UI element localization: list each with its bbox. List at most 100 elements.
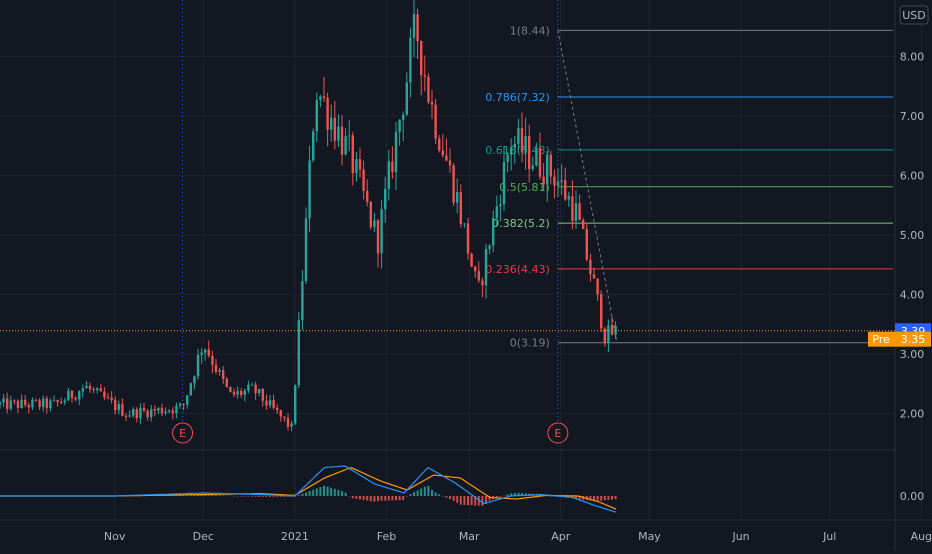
earnings-event-marker[interactable]: E (547, 422, 569, 444)
candle-body (34, 399, 38, 401)
time-tick-label: Nov (104, 530, 126, 543)
candle-body (466, 223, 470, 254)
candle-body (45, 398, 48, 409)
macd-histogram-bar (600, 496, 603, 501)
macd-histogram-bar (330, 487, 333, 496)
candle-body (146, 410, 149, 418)
candle-body (355, 159, 358, 174)
candle-body (193, 376, 196, 384)
candle-body (412, 14, 416, 38)
candle-body (315, 100, 318, 132)
candle-body (452, 165, 455, 203)
macd-histogram-bar (434, 492, 437, 496)
candle-body (571, 196, 574, 222)
candle-body (186, 395, 189, 405)
macd-histogram-bar (481, 496, 484, 506)
candle-body (110, 397, 113, 401)
macd-histogram-bar (373, 496, 376, 502)
candle-body (189, 383, 192, 396)
candle-body (578, 203, 581, 221)
candle-body (567, 196, 570, 200)
candle-body (2, 398, 5, 403)
candle-body (481, 280, 484, 286)
macd-histogram-bar (269, 496, 271, 497)
macd-histogram-bar (351, 496, 354, 499)
candle-body (88, 385, 92, 390)
candle-body (600, 294, 603, 329)
price-tick-label: 5.00 (900, 229, 925, 242)
candle-body (506, 154, 509, 162)
candle-body (495, 206, 498, 218)
time-tick-label: 2021 (281, 530, 309, 543)
candle-body (520, 128, 524, 152)
candle-body (258, 388, 261, 394)
macd-histogram-bar (362, 496, 365, 501)
candle-body (384, 188, 387, 210)
candle-body (326, 97, 329, 130)
candle-body (438, 138, 441, 151)
fib-level-label: 0.382(5.2) (492, 217, 550, 230)
macd-histogram-bar (359, 496, 361, 500)
candle-body (308, 160, 311, 219)
candle-body (499, 204, 502, 207)
candle-body (196, 355, 200, 377)
candle-body (16, 400, 20, 408)
macd-histogram-bar (470, 496, 473, 506)
macd-histogram-bar (441, 495, 444, 497)
macd-histogram-bar (449, 496, 451, 500)
price-tick-label: 6.00 (900, 170, 925, 183)
candle-body (474, 266, 477, 272)
candle-body (510, 147, 513, 155)
stock-chart[interactable]: 1(8.44) 0.786(7.32) 0.618(6.43) 0.5(5.81) 0.… (0, 0, 932, 550)
time-tick-label: Jun (731, 530, 749, 543)
macd-histogram-bar (603, 496, 606, 501)
chart-canvas[interactable]: 1(8.44)0.786(7.32)0.618(6.43)0.5(5.81)0.… (0, 0, 932, 550)
candle-body (74, 398, 77, 400)
candle-body (178, 404, 182, 406)
macd-histogram-bar (438, 494, 441, 496)
candle-body (6, 398, 9, 409)
candle-body (124, 415, 128, 417)
candle-body (272, 400, 275, 408)
candle-body (513, 143, 516, 148)
candle-body (405, 82, 408, 115)
macd-histogram-bar (348, 496, 351, 497)
macd-histogram-bar (240, 496, 243, 497)
macd-histogram-bar (445, 496, 448, 498)
candle-body (171, 410, 174, 414)
candle-body (67, 390, 70, 401)
macd-histogram-bar (337, 490, 340, 496)
candle-body (564, 180, 567, 200)
candle-body (582, 220, 585, 230)
candle-body (20, 399, 23, 408)
macd-histogram-bar (218, 495, 221, 496)
earnings-event-marker[interactable]: E (172, 422, 194, 444)
candle-body (81, 388, 84, 392)
candle-body (312, 131, 315, 161)
fib-level-label: 0.5(5.81) (499, 181, 550, 194)
candle-body (207, 349, 210, 356)
macd-histogram-bar (427, 485, 430, 496)
price-tick-label: 8.00 (900, 51, 925, 64)
macd-histogram-bar (229, 495, 232, 497)
candle-body (121, 404, 124, 416)
candle-body (24, 399, 27, 405)
currency-badge[interactable]: USD (899, 5, 929, 25)
candle-body (409, 37, 412, 83)
macd-tick-label: 0.00 (900, 490, 925, 503)
macd-histogram-bar (402, 496, 405, 501)
time-tick-label: Mar (459, 530, 480, 543)
candle-body (348, 135, 351, 137)
candle-body (204, 349, 207, 353)
macd-histogram-bar (251, 496, 253, 497)
macd-histogram-bar (611, 496, 613, 500)
macd-histogram-bar (247, 496, 250, 497)
fib-level-label: 1(8.44) (510, 24, 550, 37)
macd-histogram-bar (233, 495, 235, 497)
price-tick-label: 3.00 (900, 348, 925, 361)
macd-histogram-bar (254, 496, 257, 497)
candle-body (9, 400, 12, 409)
candle-body (168, 410, 171, 412)
macd-histogram-bar (387, 496, 390, 501)
candle-body (549, 154, 552, 177)
